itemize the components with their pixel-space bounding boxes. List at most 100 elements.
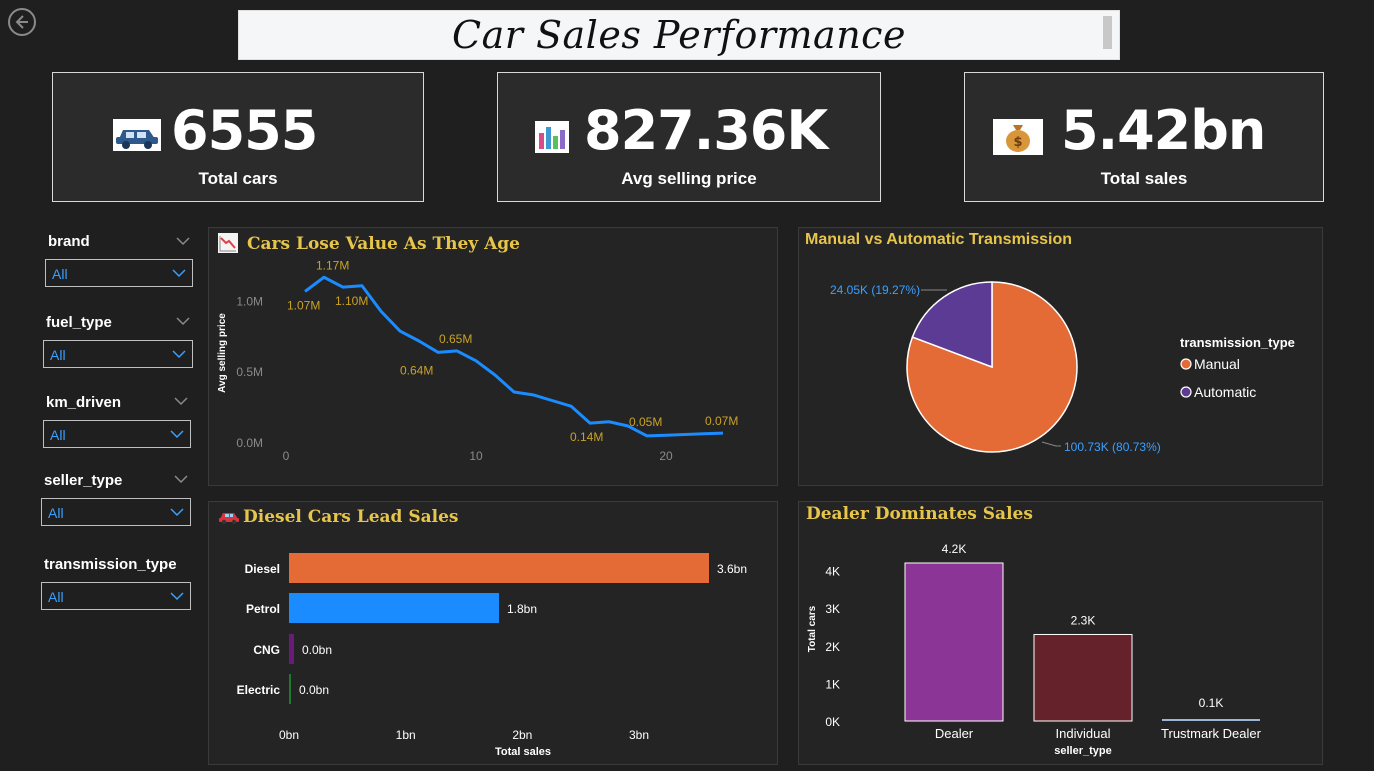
slicer-dropdown[interactable]: All (41, 498, 191, 526)
slicer-label: km_driven (46, 394, 122, 411)
kpi-card-total-sales: $ 5.42bn Total sales (964, 72, 1324, 202)
horizontal-bar-chart: Diesel 3.6bn Petrol 1.8bn CNG 0.0bn Electric 0.… (237, 553, 747, 758)
slicer-label: fuel_type (46, 314, 112, 331)
x-tick-label: Dealer (935, 726, 974, 741)
car-icon (113, 119, 161, 151)
legend-label: Manual (1194, 356, 1240, 372)
slicer-dropdown[interactable]: All (43, 340, 193, 368)
slicer-label: transmission_type (44, 556, 177, 573)
y-tick-label: 0.0M (236, 436, 263, 450)
data-label: 1.07M (287, 298, 320, 312)
back-button[interactable] (8, 8, 36, 36)
slicer-label: seller_type (44, 472, 123, 489)
data-label: 0.64M (400, 363, 433, 377)
data-label: 0.05M (629, 415, 662, 429)
line-chart-panel: Cars Lose Value As They Age 0.0M 0.5M 1.0M… (208, 227, 778, 486)
x-tick-label: Individual (1056, 726, 1111, 741)
bar-chart-icon (535, 121, 569, 153)
bar (289, 553, 709, 583)
chevron-down-icon (170, 592, 184, 601)
category-label: Petrol (246, 602, 280, 616)
pie-chart: 100.73K (80.73%) 24.05K (19.27%) transmiss… (830, 281, 1295, 454)
chevron-down-icon[interactable] (176, 316, 190, 326)
x-tick-label: 0 (283, 449, 290, 463)
slicer-dropdown[interactable]: All (43, 420, 191, 448)
pie-data-label: 100.73K (80.73%) (1064, 440, 1161, 454)
kpi-label: Total sales (1100, 169, 1188, 188)
arrow-left-icon (15, 15, 28, 29)
money-bag-icon: $ (993, 119, 1043, 155)
data-label: 0.07M (705, 414, 738, 428)
x-tick-label: 2bn (512, 728, 532, 742)
title-scrollbar[interactable] (1103, 16, 1112, 49)
x-tick-label: 1bn (396, 728, 416, 742)
category-label: CNG (253, 643, 280, 657)
bar (1033, 633, 1133, 722)
slicer-value: All (48, 505, 64, 521)
line-chart: 0.0M 0.5M 1.0M 0 10 20 Avg selling price 1.07M 1… (217, 258, 738, 463)
x-axis-label: seller_type (1054, 745, 1111, 757)
kpi-label: Total cars (198, 169, 278, 188)
kpi-label: Avg selling price (621, 169, 757, 188)
data-label: 0.14M (570, 430, 603, 444)
seller-bar-chart-panel: Dealer Dominates Sales 0K 1K 2K 3K 4K Total c… (798, 501, 1323, 765)
y-tick-label: 0K (825, 715, 840, 729)
svg-text:$: $ (1013, 135, 1022, 150)
slicer-value: All (50, 347, 66, 363)
bar-value-label: 1.8bn (507, 602, 537, 616)
pie-data-label: 24.05K (19.27%) (830, 283, 920, 297)
vertical-bar-chart: 0K 1K 2K 3K 4K Total cars 4.2K Dealer 2.3K Indivi… (807, 542, 1262, 757)
bar-value-label: 0.0bn (302, 643, 332, 657)
bar-value-label: 3.6bn (717, 562, 747, 576)
slicer-dropdown[interactable]: All (45, 259, 193, 287)
x-tick-label: 20 (659, 449, 673, 463)
page-title: Car Sales Performance (452, 13, 906, 57)
slicer-value: All (48, 589, 64, 605)
kpi-card-total-cars: 6555 Total cars (52, 72, 424, 202)
bar (1162, 719, 1260, 721)
legend-marker (1180, 358, 1192, 370)
legend-title: transmission_type (1180, 335, 1295, 350)
category-label: Diesel (245, 562, 280, 576)
title-bar: Car Sales Performance (238, 10, 1120, 60)
slicer-value: All (50, 427, 66, 443)
x-tick-label: 3bn (629, 728, 649, 742)
y-tick-label: 1K (825, 677, 840, 691)
y-axis-label: Total cars (807, 605, 818, 652)
chevron-down-icon (172, 269, 186, 278)
bar (289, 674, 291, 704)
y-tick-label: 2K (825, 640, 840, 654)
x-tick-label: 0bn (279, 728, 299, 742)
chevron-down-icon[interactable] (176, 236, 190, 246)
chevron-down-icon (170, 430, 184, 439)
x-axis-label: Total sales (495, 746, 551, 758)
slicer-label: brand (48, 233, 90, 250)
chevron-down-icon (172, 350, 186, 359)
y-tick-label: 4K (825, 565, 840, 579)
kpi-value: 5.42bn (1061, 99, 1266, 162)
y-tick-label: 3K (825, 602, 840, 616)
bar (289, 593, 499, 623)
bar (289, 634, 294, 664)
y-axis-label: Avg selling price (217, 313, 228, 393)
y-tick-label: 1.0M (236, 294, 263, 308)
bar-value-label: 0.0bn (299, 683, 329, 697)
chevron-down-icon[interactable] (174, 474, 188, 484)
kpi-value: 6555 (171, 99, 318, 162)
kpi-card-avg-price: 827.36K Avg selling price (497, 72, 881, 202)
kpi-value: 827.36K (584, 99, 828, 162)
y-tick-label: 0.5M (236, 365, 263, 379)
legend-label: Automatic (1194, 384, 1256, 400)
fuel-bar-chart-panel: Diesel Cars Lead Sales Diesel 3.6bn Petrol… (208, 501, 778, 765)
slicer-dropdown[interactable]: All (41, 582, 191, 610)
category-label: Electric (237, 683, 281, 697)
leader-line (1041, 441, 1061, 447)
bar-value-label: 4.2K (942, 542, 967, 556)
data-label: 1.17M (316, 258, 349, 272)
data-label: 0.65M (439, 332, 472, 346)
chevron-down-icon[interactable] (174, 396, 188, 406)
bar (904, 562, 1004, 722)
bar-value-label: 0.1K (1199, 696, 1224, 710)
bar-value-label: 2.3K (1071, 613, 1096, 627)
legend-marker (1180, 386, 1192, 398)
